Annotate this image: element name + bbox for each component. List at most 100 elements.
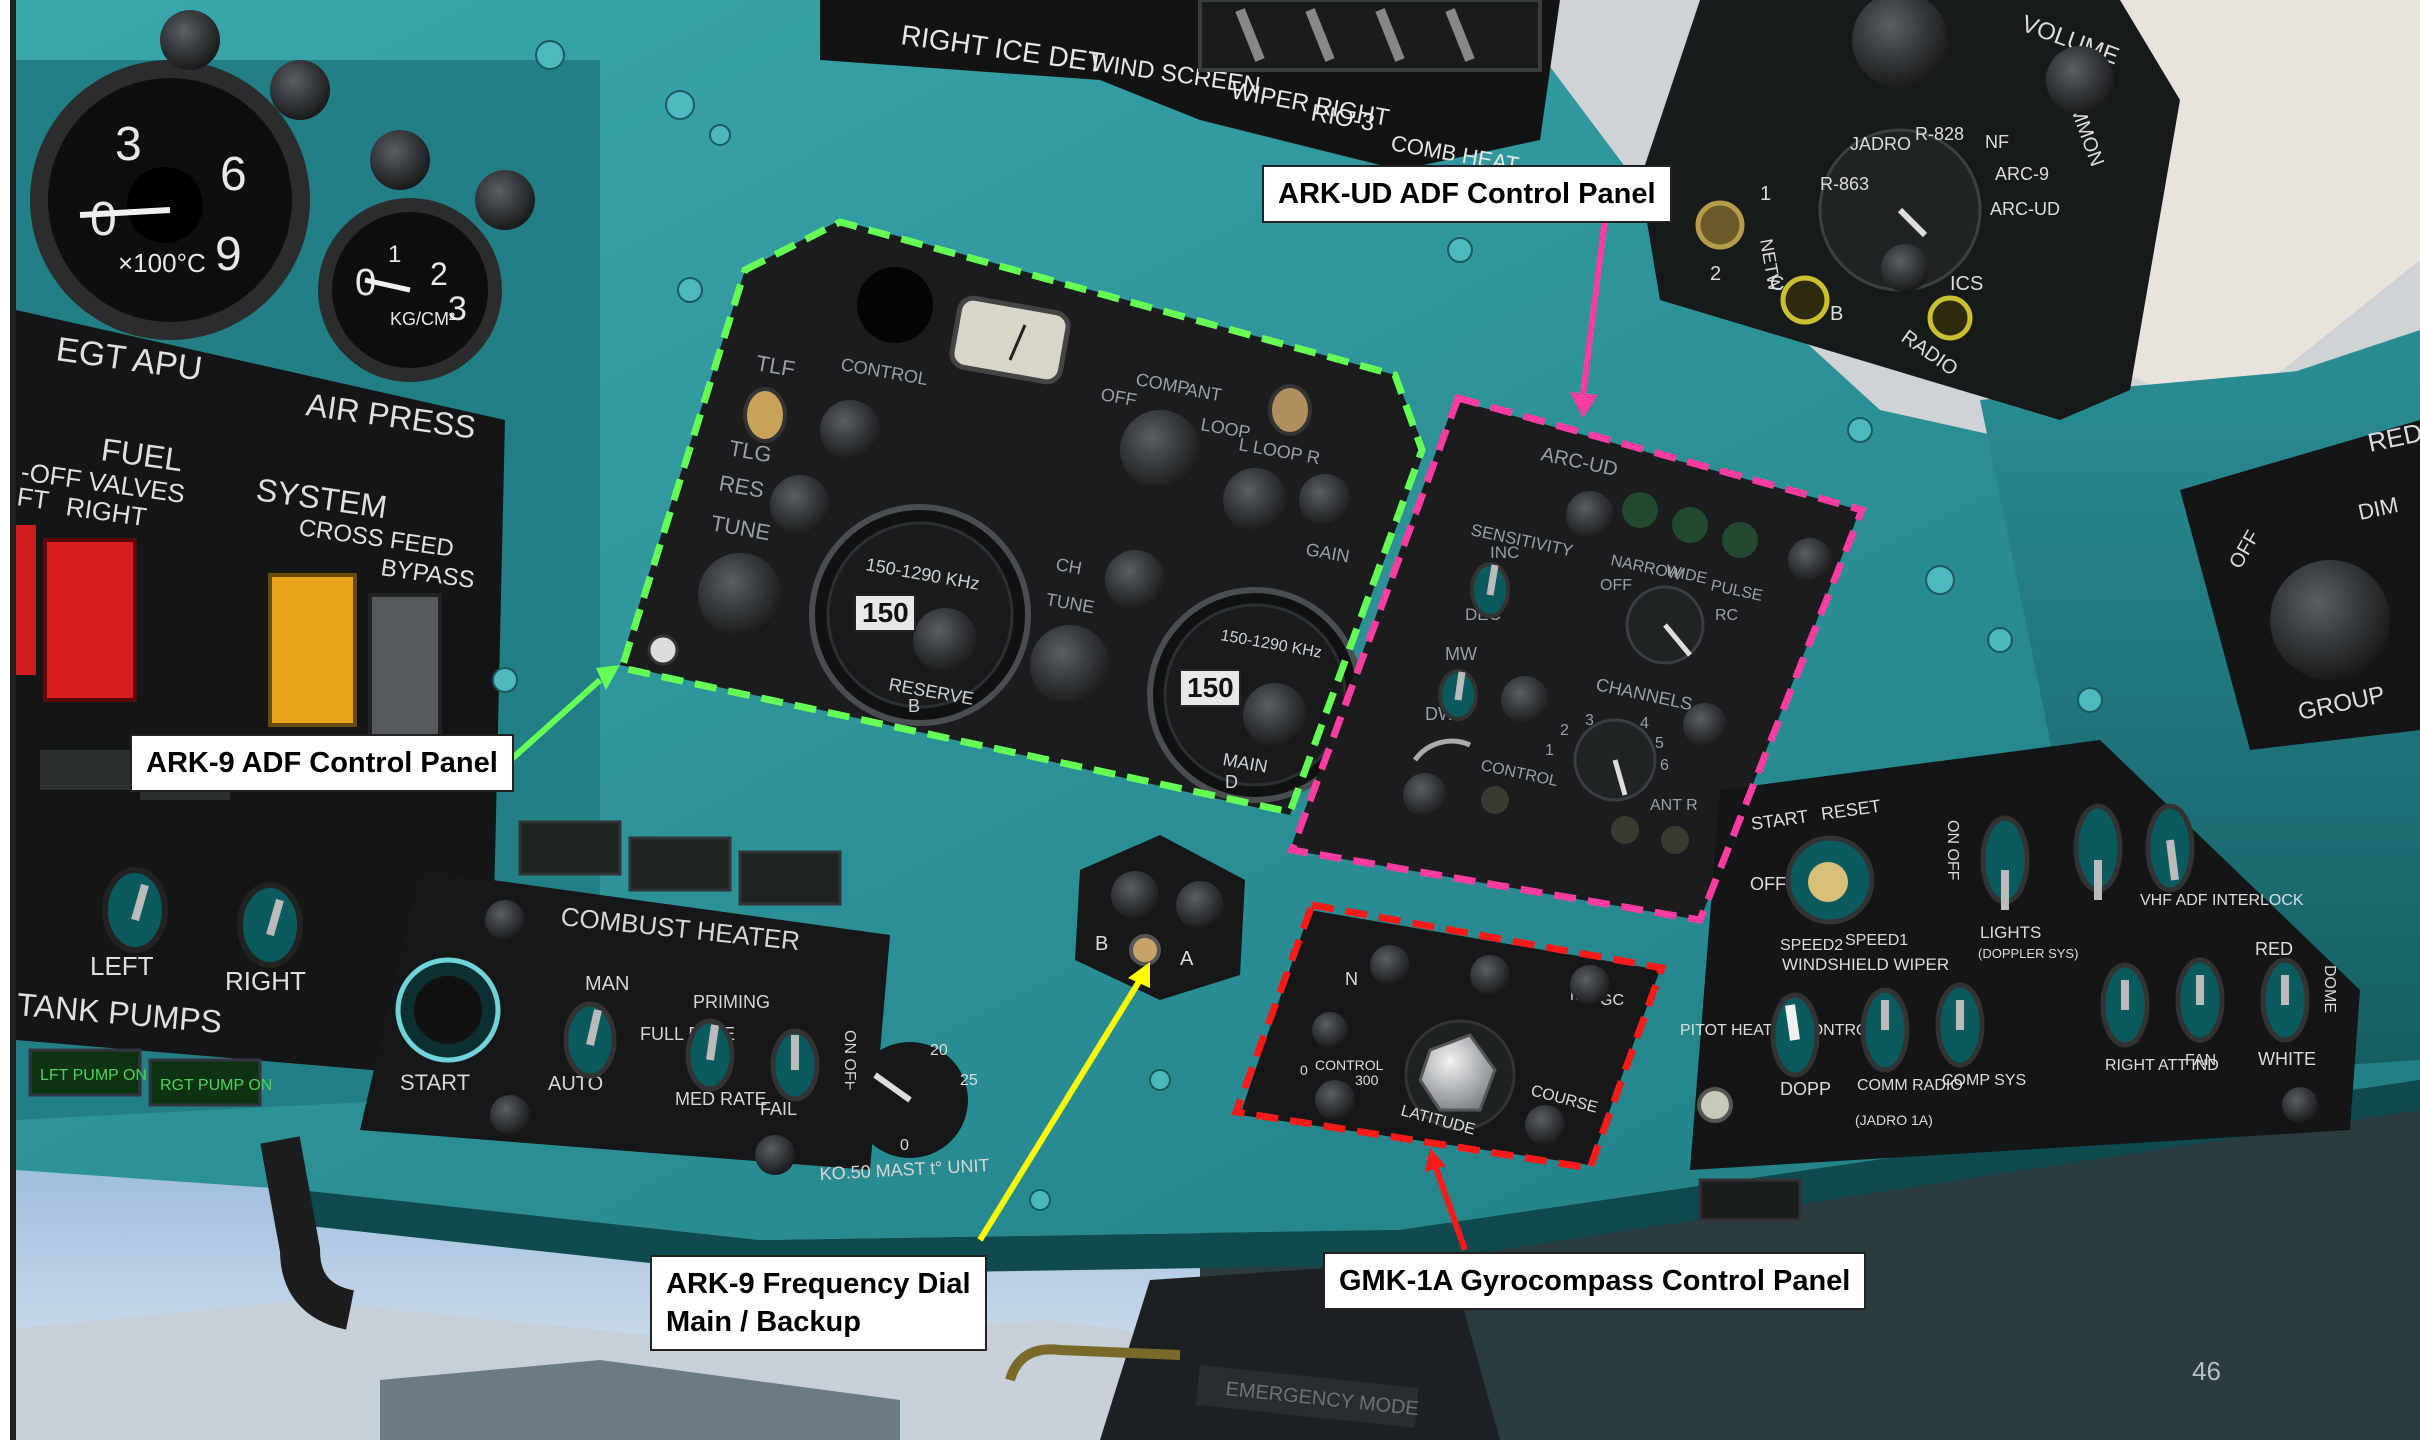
heater-start-button[interactable] [395, 957, 501, 1063]
page-number: 46 [2192, 1356, 2221, 1386]
svg-text:3: 3 [115, 118, 142, 171]
heater-start-label: START [400, 1070, 470, 1095]
doppler-sys-label: (DOPPLER SYS) [1978, 946, 2078, 961]
sensitivity-toggle[interactable] [1470, 562, 1510, 618]
dome-red-label: RED [2255, 939, 2293, 959]
scene-svg: RIGHT ICE DET WIND SCREEN WIPER RIGHT RI… [0, 0, 2420, 1440]
b-selector[interactable] [1780, 275, 1830, 325]
dopp-switch[interactable] [1770, 992, 1820, 1078]
gmk-control-knob[interactable] [1315, 1080, 1355, 1120]
ark9-fine-tune-knob[interactable] [1030, 625, 1110, 705]
main-backup-selector[interactable] [1129, 934, 1161, 966]
svg-text:6: 6 [1660, 757, 1669, 774]
vhf-adf-interlock-label: VHF ADF INTERLOCK [2140, 892, 2304, 909]
net-selector[interactable] [1695, 200, 1745, 250]
tank-pump-left-switch[interactable] [102, 867, 168, 953]
mode-selector-knob[interactable] [1120, 410, 1200, 490]
common-knob[interactable] [2046, 46, 2114, 114]
mk-gc-switch[interactable] [1570, 965, 1610, 1005]
svg-text:20: 20 [930, 1042, 948, 1059]
res-button[interactable] [770, 475, 830, 535]
dial-b-knob[interactable] [1111, 871, 1159, 919]
ark9-control-button[interactable] [820, 400, 880, 460]
svg-text:2: 2 [430, 256, 448, 292]
rgt-pump-on-text: RGT PUMP ON [160, 1077, 272, 1094]
tlf-tlg-toggle[interactable] [743, 387, 787, 443]
windshield-wiper-label: WINDSHIELD WIPER [1782, 955, 1949, 974]
arkud-ant-r-label: ANT R [1650, 797, 1698, 814]
ark9-dial-callout: ARK-9 Frequency Dial Main / Backup [650, 1255, 987, 1351]
svg-text:6: 6 [220, 148, 247, 201]
tank-pump-left-label: LEFT [90, 951, 154, 981]
ark9-tune-knob[interactable] [698, 553, 782, 637]
svg-text:4: 4 [1640, 715, 1649, 732]
b-label: B [1830, 303, 1843, 325]
arkud-mode-selector[interactable] [1625, 585, 1705, 665]
svg-text:9: 9 [215, 228, 242, 281]
svg-text:0: 0 [90, 193, 117, 246]
lights-label: LIGHTS [1980, 923, 2041, 942]
pitot-heater-button[interactable] [1697, 1087, 1733, 1123]
gmk-n-label: N [1345, 969, 1358, 989]
nf-label: NF [1985, 132, 2009, 152]
course-switch[interactable] [1525, 1105, 1565, 1145]
r863-label: R-863 [1820, 174, 1869, 194]
comm-radio-switch[interactable] [1860, 987, 1910, 1073]
arkud-control-button[interactable] [1403, 773, 1447, 817]
ics-radio-selector[interactable] [1927, 295, 1973, 341]
channel-switch[interactable] [1105, 550, 1165, 610]
tank-pump-right-label: RIGHT [225, 966, 306, 996]
ark9-dial-callout-line2: Main / Backup [666, 1306, 861, 1338]
lft-pump-on-text: LFT PUMP ON [40, 1067, 147, 1084]
arkud-control-knob[interactable] [1566, 491, 1614, 539]
gmk-callout: GMK-1A Gyrocompass Control Panel [1323, 1252, 1867, 1310]
windshield-wiper-selector[interactable] [1785, 835, 1875, 925]
net-1-label: 1 [1760, 183, 1771, 205]
med-rate-label: MED RATE [675, 1089, 767, 1109]
arkud-indicator-light-3 [1722, 522, 1758, 558]
arcud-selector-label: ARC-UD [1990, 199, 2060, 219]
right-fuel-valve-cover[interactable] [43, 538, 137, 702]
dome-light-switch[interactable] [2260, 957, 2310, 1043]
bypass-cover[interactable] [368, 593, 442, 747]
overhead-toggle-switches[interactable] [1198, 0, 1542, 72]
wiper-off-label: OFF [1750, 874, 1786, 894]
comp-sys-label: COMP SYS [1942, 1072, 2026, 1089]
right-att-ind-switch[interactable] [2100, 962, 2150, 1048]
man-auto-switch[interactable] [563, 1001, 617, 1079]
arc9-label: ARC-9 [1995, 164, 2049, 184]
rate-switch[interactable] [685, 1018, 735, 1092]
priming-label: PRIMING [693, 992, 770, 1012]
ics-label: ICS [1950, 273, 1983, 295]
arkud-callout: ARK-UD ADF Control Panel [1262, 165, 1672, 223]
left-border-strip [0, 0, 10, 1440]
gmk-control-label: CONTROL [1315, 1057, 1384, 1073]
svg-text:1: 1 [388, 241, 401, 268]
fail-label: FAIL [760, 1099, 797, 1119]
main-d-label: D [1225, 772, 1238, 792]
speed2-label: SPEED2 [1780, 937, 1843, 954]
dial-a-knob[interactable] [1176, 881, 1224, 929]
dial-a-label: A [1180, 948, 1194, 970]
mw-dw-toggle[interactable] [1438, 669, 1478, 721]
vhf-adf-interlock-switch[interactable] [2145, 803, 2195, 893]
jadro-label: JADRO [1850, 134, 1911, 154]
gauge1-unit: ×100°C [118, 248, 206, 278]
fan-label: FAN [2185, 1052, 2216, 1069]
priming-switch[interactable] [770, 1028, 820, 1102]
arkud-channel-selector[interactable] [1573, 718, 1657, 802]
fan-switch[interactable] [2175, 957, 2225, 1043]
comp-sys-switch[interactable] [1935, 982, 1985, 1068]
group-dimmer-knob[interactable] [2270, 560, 2390, 680]
gain-knob[interactable] [1299, 474, 1351, 526]
tank-pump-right-switch[interactable] [237, 882, 303, 968]
gauge2-unit: KG/CM² [390, 309, 455, 329]
gmk-hemisphere-switch[interactable] [1370, 945, 1410, 985]
ft-label: FT [15, 481, 51, 515]
loop-toggle[interactable] [1268, 384, 1312, 436]
cross-feed-cover[interactable] [268, 573, 357, 727]
lights-on-off-label: ON OFF [1944, 820, 1961, 881]
cockpit-overhead-scene: RIGHT ICE DET WIND SCREEN WIPER RIGHT RI… [0, 0, 2420, 1440]
speed1-label: SPEED1 [1845, 932, 1908, 949]
loop-button[interactable] [1223, 468, 1287, 532]
